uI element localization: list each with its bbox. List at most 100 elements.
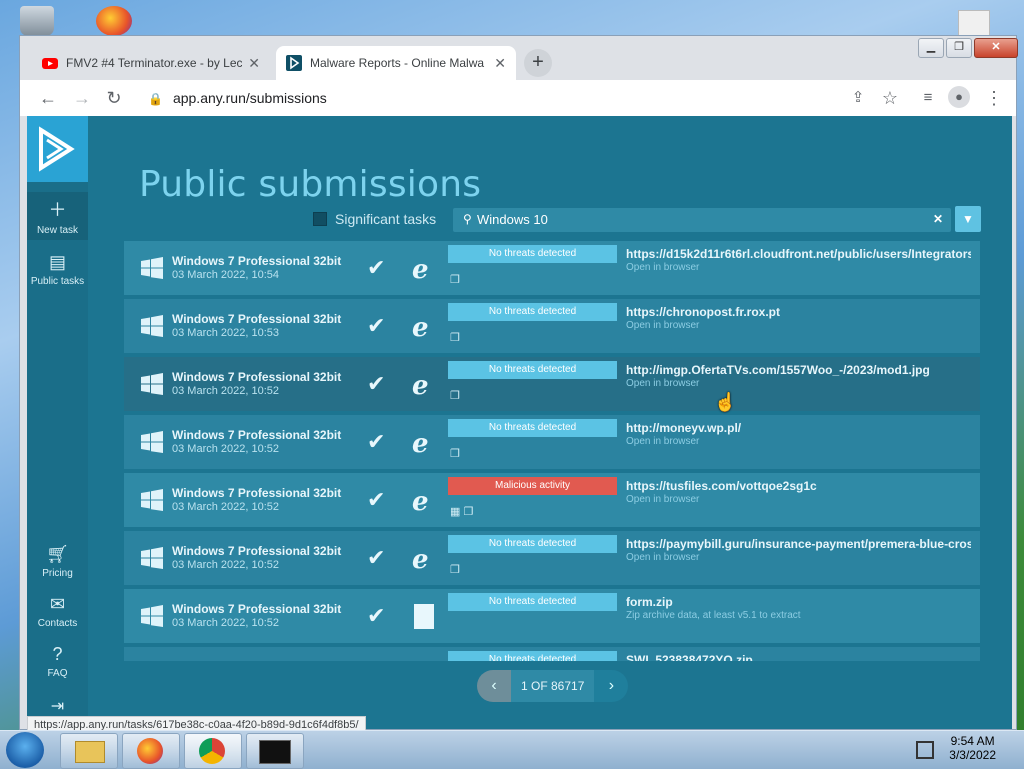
anyrun-icon <box>286 55 302 71</box>
task-date: 03 March 2022, 10:52 <box>172 559 280 571</box>
table-row[interactable]: Windows 7 Professional 32bit 03 March 202… <box>124 299 980 355</box>
os-name: Windows 7 Professional 32bit <box>172 312 342 326</box>
tab-anyrun[interactable]: Malware Reports - Online Malwa ✕ <box>276 46 516 80</box>
next-page-button[interactable]: › <box>594 670 629 702</box>
sidebar-item-label: Pricing <box>42 568 73 579</box>
task-object-subtitle: Zip archive data, at least v5.1 to extra… <box>626 610 801 621</box>
media-queue-icon[interactable]: ≡ <box>916 86 940 110</box>
verdict-badge: No threats detected <box>448 419 617 437</box>
task-date: 03 March 2022, 10:54 <box>172 269 280 281</box>
internet-explorer-icon: e <box>412 545 429 575</box>
os-name: Windows 7 Professional 32bit <box>172 370 342 384</box>
new-tab-button[interactable]: + <box>524 49 552 77</box>
sidebar-item-label: Public tasks <box>30 276 85 287</box>
anyrun-logo[interactable] <box>27 116 88 182</box>
table-row[interactable]: No threats detected SWI_523838472YO.zip <box>124 647 980 661</box>
verdict-badge: No threats detected <box>448 535 617 553</box>
copy-icon[interactable]: ❐ <box>450 273 460 286</box>
file-icon <box>414 604 434 629</box>
task-object[interactable]: http://moneyv.wp.pl/ <box>626 421 741 435</box>
minimize-button[interactable]: ▁ <box>918 38 944 58</box>
network-icon[interactable] <box>916 741 934 759</box>
task-object[interactable]: SWI_523838472YO.zip <box>626 653 753 661</box>
maximize-button[interactable]: ❐ <box>946 38 972 58</box>
search-icon: ⚲ <box>463 212 472 226</box>
task-object-subtitle: Open in browser <box>626 378 700 389</box>
task-date: 03 March 2022, 10:52 <box>172 617 280 629</box>
close-icon[interactable]: ✕ <box>248 55 260 72</box>
task-object[interactable]: https://d15k2d11r6t6rl.cloudfront.net/pu… <box>626 247 971 261</box>
table-row[interactable]: Windows 7 Professional 32bit 03 March 202… <box>124 531 980 587</box>
cmd-taskbar-icon[interactable] <box>246 733 304 769</box>
back-arrow-icon[interactable]: ← <box>36 86 60 110</box>
table-row[interactable]: Windows 7 Professional 32bit 03 March 202… <box>124 589 980 645</box>
windows-logo-icon <box>141 431 163 453</box>
table-row[interactable]: Windows 7 Professional 32bit 03 March 202… <box>124 415 980 471</box>
copy-icon[interactable]: ❐ <box>450 563 460 576</box>
task-object[interactable]: https://chronopost.fr.rox.pt <box>626 305 780 319</box>
sidebar-item-public-tasks[interactable]: ▤ Public tasks <box>27 252 88 287</box>
start-button[interactable] <box>6 732 44 768</box>
chrome-taskbar-icon[interactable] <box>184 733 242 769</box>
search-input[interactable]: ⚲ Windows 10 ✕ <box>453 208 951 232</box>
copy-icon[interactable]: ▦ ❐ <box>450 505 473 518</box>
clear-search-icon[interactable]: ✕ <box>933 212 943 226</box>
internet-explorer-icon: e <box>412 429 429 459</box>
firefox-taskbar-icon[interactable] <box>122 733 180 769</box>
sidebar-item-faq[interactable]: ? FAQ <box>27 644 88 679</box>
forward-arrow-icon[interactable]: → <box>70 86 94 110</box>
sidebar-item-label: New task <box>36 225 79 236</box>
significant-tasks-label: Significant tasks <box>335 211 437 227</box>
share-icon[interactable]: ⇪ <box>846 86 870 110</box>
tab-youtube[interactable]: FMV2 #4 Terminator.exe - by Lec ✕ <box>32 46 270 80</box>
document-icon: ▤ <box>48 252 66 272</box>
os-name: Windows 7 Professional 32bit <box>172 428 342 442</box>
explorer-taskbar-icon[interactable] <box>60 733 118 769</box>
logout-icon[interactable]: ⇥ <box>27 696 88 716</box>
address-bar[interactable]: 🔒 app.any.run/submissions <box>148 90 327 106</box>
page-content: ＋ New task ▤ Public tasks 🛒︎ Pricing ✉ C… <box>27 116 1012 729</box>
internet-explorer-icon: e <box>412 487 429 517</box>
os-name: Windows 7 Professional 32bit <box>172 602 342 616</box>
clock-time: 9:54 AM <box>950 734 995 748</box>
menu-kebab-icon[interactable]: ⋮ <box>982 86 1006 110</box>
os-name: Windows 7 Professional 32bit <box>172 544 342 558</box>
significant-tasks-toggle[interactable]: Significant tasks <box>313 211 436 227</box>
copy-icon[interactable]: ❐ <box>450 331 460 344</box>
copy-icon[interactable]: ❐ <box>450 389 460 402</box>
table-row[interactable]: Windows 7 Professional 32bit 03 March 202… <box>124 473 980 529</box>
task-object[interactable]: form.zip <box>626 595 673 609</box>
checkbox[interactable] <box>313 212 327 226</box>
recycle-bin-icon[interactable] <box>20 6 54 36</box>
task-object[interactable]: https://paymybill.guru/insurance-payment… <box>626 537 971 551</box>
task-object[interactable]: https://tusfiles.com/vottqoe2sg1c <box>626 479 817 493</box>
verdict-badge: No threats detected <box>448 361 617 379</box>
system-clock[interactable]: 9:54 AM 3/3/2022 <box>949 734 996 762</box>
task-object-subtitle: Open in browser <box>626 320 700 331</box>
os-name: Windows 7 Professional 32bit <box>172 486 342 500</box>
firefox-desktop-icon[interactable] <box>96 6 132 36</box>
window-close-button[interactable]: ✕ <box>974 38 1018 58</box>
youtube-icon <box>42 58 58 69</box>
sidebar-item-new-task[interactable]: ＋ New task <box>27 192 88 240</box>
checkmark-icon: ✔ <box>367 371 386 396</box>
table-row[interactable]: Windows 7 Professional 32bit 03 March 202… <box>124 241 980 297</box>
previous-page-button[interactable]: ‹ <box>477 670 511 702</box>
verdict-badge: No threats detected <box>448 245 617 263</box>
reload-icon[interactable]: ↻ <box>102 86 126 110</box>
close-icon[interactable]: ✕ <box>494 55 506 72</box>
task-object[interactable]: http://imgp.OfertaTVs.com/1557Woo_-/2023… <box>626 363 930 377</box>
copy-icon[interactable]: ❐ <box>450 447 460 460</box>
browser-window: FMV2 #4 Terminator.exe - by Lec ✕ Malwar… <box>19 35 1018 730</box>
os-name: Windows 7 Professional 32bit <box>172 254 342 268</box>
verdict-badge: No threats detected <box>448 651 617 661</box>
profile-avatar-icon[interactable]: ● <box>948 86 970 108</box>
sidebar-item-contacts[interactable]: ✉ Contacts <box>27 594 88 629</box>
filter-button[interactable]: ▼ <box>955 206 981 232</box>
windows-logo-icon <box>141 373 163 395</box>
taskbar: 9:54 AM 3/3/2022 <box>0 730 1024 769</box>
table-row[interactable]: Windows 7 Professional 32bit 03 March 202… <box>124 357 980 413</box>
bookmark-star-icon[interactable]: ☆ <box>878 86 902 110</box>
sidebar-item-pricing[interactable]: 🛒︎ Pricing <box>27 544 88 579</box>
desktop-file-icon[interactable] <box>958 10 990 38</box>
